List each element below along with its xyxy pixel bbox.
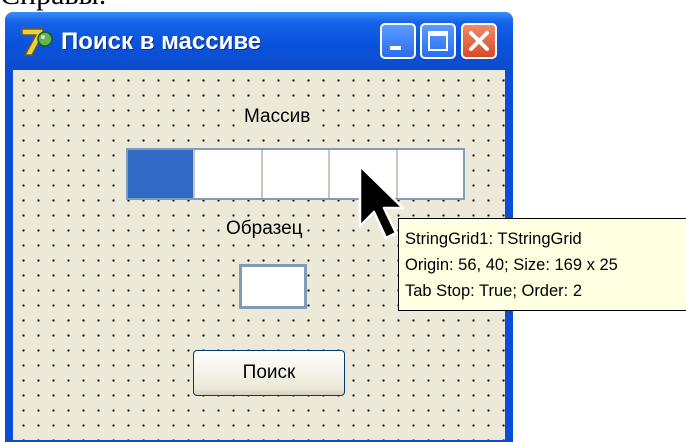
sample-label: Образец	[225, 218, 304, 240]
sample-input[interactable]	[239, 264, 307, 309]
tooltip-line-origin: Origin: 56, 40; Size: 169 x 25	[405, 256, 618, 274]
grid-cell[interactable]	[128, 150, 196, 198]
maximize-button[interactable]	[420, 23, 456, 59]
grid-cell[interactable]	[195, 150, 263, 198]
window-title: Поиск в массиве	[61, 28, 262, 55]
grid-cell[interactable]	[263, 150, 331, 198]
close-button[interactable]	[461, 23, 497, 59]
delphi-7-icon	[21, 28, 53, 56]
string-grid[interactable]	[126, 148, 465, 200]
minimize-button[interactable]	[380, 23, 416, 59]
component-hint-tooltip: StringGrid1: TStringGrid Origin: 56, 40;…	[398, 218, 686, 311]
array-label: Массив	[243, 106, 312, 128]
title-bar[interactable]: Поиск в массиве	[5, 12, 513, 70]
tooltip-line-taborder: Tab Stop: True; Order: 2	[405, 282, 583, 300]
maximize-icon	[428, 31, 448, 51]
grid-cell[interactable]	[398, 150, 463, 198]
close-icon	[469, 31, 489, 51]
search-button[interactable]: Поиск	[193, 350, 345, 396]
minimize-icon	[390, 46, 401, 50]
tooltip-line-name: StringGrid1: TStringGrid	[405, 230, 582, 248]
